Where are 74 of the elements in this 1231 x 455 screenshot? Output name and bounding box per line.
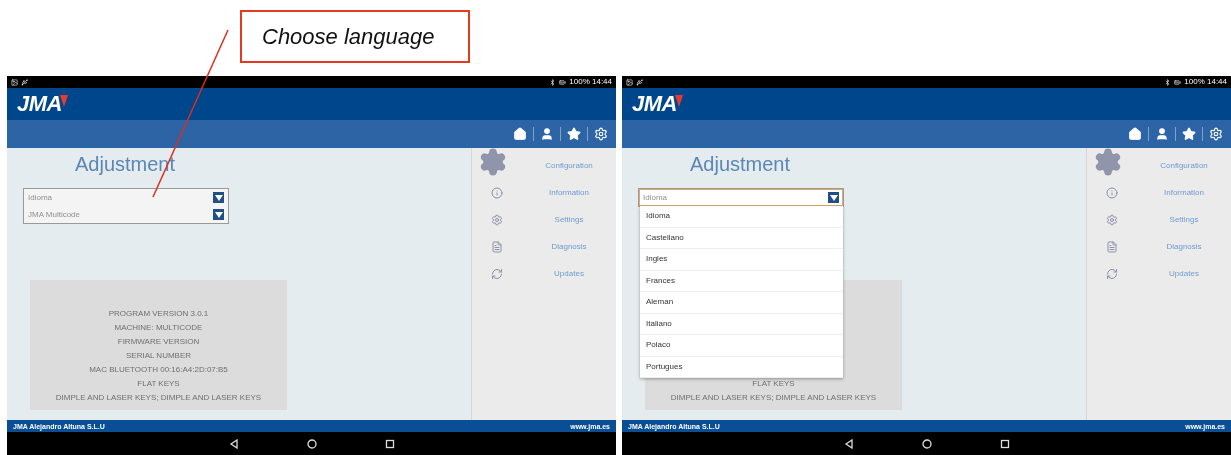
sidebar-item[interactable]: Settings [522,213,616,226]
user-icon[interactable] [1155,127,1169,141]
select-field[interactable]: JMA Multicode [24,206,228,223]
home-icon[interactable] [513,127,527,141]
sidebar-item[interactable]: Diagnosis [522,240,616,253]
home-button-icon[interactable] [921,438,932,449]
dropdown-option[interactable]: Aleman [640,292,843,314]
info-line: FLAT KEYS [137,380,180,388]
document-icon [1106,240,1118,253]
info-line: FIRMWARE VERSION [117,338,200,346]
status-text: 100% 14:44 [1184,78,1227,86]
refresh-icon [1106,267,1118,280]
bluetooth-icon [1164,78,1172,86]
info-line: FLAT KEYS [752,380,795,388]
select-value: Idioma [28,191,52,204]
gear-icon [478,146,508,177]
gear-icon [1093,146,1123,177]
info-line: PROGRAM VERSION 3.0.1 [108,310,209,318]
bluetooth-icon [549,78,557,86]
info-line: SERIAL NUMBER [125,352,192,360]
info-icon [491,186,503,199]
dropdown-option[interactable]: Castellano [640,227,843,249]
sidebar-item[interactable]: Diagnosis [1137,240,1231,253]
logo-text: JMA [632,93,677,115]
document-icon [491,240,503,253]
dropdown-option[interactable]: Ingles [640,249,843,271]
recents-icon[interactable] [384,438,395,449]
dropdown-option[interactable]: Frances [640,270,843,292]
dropdown-option[interactable]: Polaco [640,335,843,357]
home-icon[interactable] [1128,127,1142,141]
recents-icon[interactable] [999,438,1010,449]
image-icon [626,78,633,86]
sidebar-item[interactable]: Configuration [522,159,616,172]
select-field[interactable]: Idioma [639,189,843,206]
dropdown-option[interactable]: Idioma [640,206,843,228]
back-icon[interactable] [843,438,854,449]
dropdown-option[interactable]: Italiano [640,313,843,335]
sidebar-item[interactable]: Settings [1137,213,1231,226]
dropdown-arrow-icon[interactable] [213,192,224,203]
dropdown-arrow-icon[interactable] [213,209,224,220]
refresh-icon [491,267,503,280]
select-field[interactable]: Idioma [24,189,228,206]
status-text: 100% 14:44 [569,78,612,86]
battery-icon [559,78,567,86]
user-icon[interactable] [540,127,554,141]
star-icon[interactable] [567,127,581,141]
settings-icon[interactable] [594,127,608,141]
callout-text: Choose language [262,23,435,51]
image-icon [11,78,18,86]
info-icon [1106,186,1118,199]
dropdown-arrow-icon[interactable] [828,192,839,203]
logo-text: JMA [17,93,62,115]
sidebar-item[interactable]: Information [1137,186,1231,199]
usb-icon [21,78,28,86]
page-title: Adjustment [690,152,791,177]
sidebar-item[interactable]: Updates [1137,267,1231,280]
info-line: DIMPLE AND LASER KEYS; DIMPLE AND LASER KEYS [55,394,262,402]
sidebar-item[interactable]: Updates [522,267,616,280]
info-line: MAC BLUETOOTH 00:16:A4:2D:07:B5 [89,366,228,374]
dropdown-option[interactable]: Portugues [640,356,843,378]
usb-icon [636,78,643,86]
settings-icon [1106,213,1118,226]
select-value: Idioma [643,191,667,204]
home-button-icon[interactable] [306,438,317,449]
back-icon[interactable] [228,438,239,449]
sidebar-item[interactable]: Information [522,186,616,199]
battery-icon [1174,78,1182,86]
info-line: DIMPLE AND LASER KEYS; DIMPLE AND LASER KEYS [670,394,877,402]
star-icon[interactable] [1182,127,1196,141]
settings-icon[interactable] [1209,127,1223,141]
sidebar-item[interactable]: Configuration [1137,159,1231,172]
select-value: JMA Multicode [28,208,81,221]
settings-icon [491,213,503,226]
info-line: MACHINE: MULTICODE [114,324,203,332]
